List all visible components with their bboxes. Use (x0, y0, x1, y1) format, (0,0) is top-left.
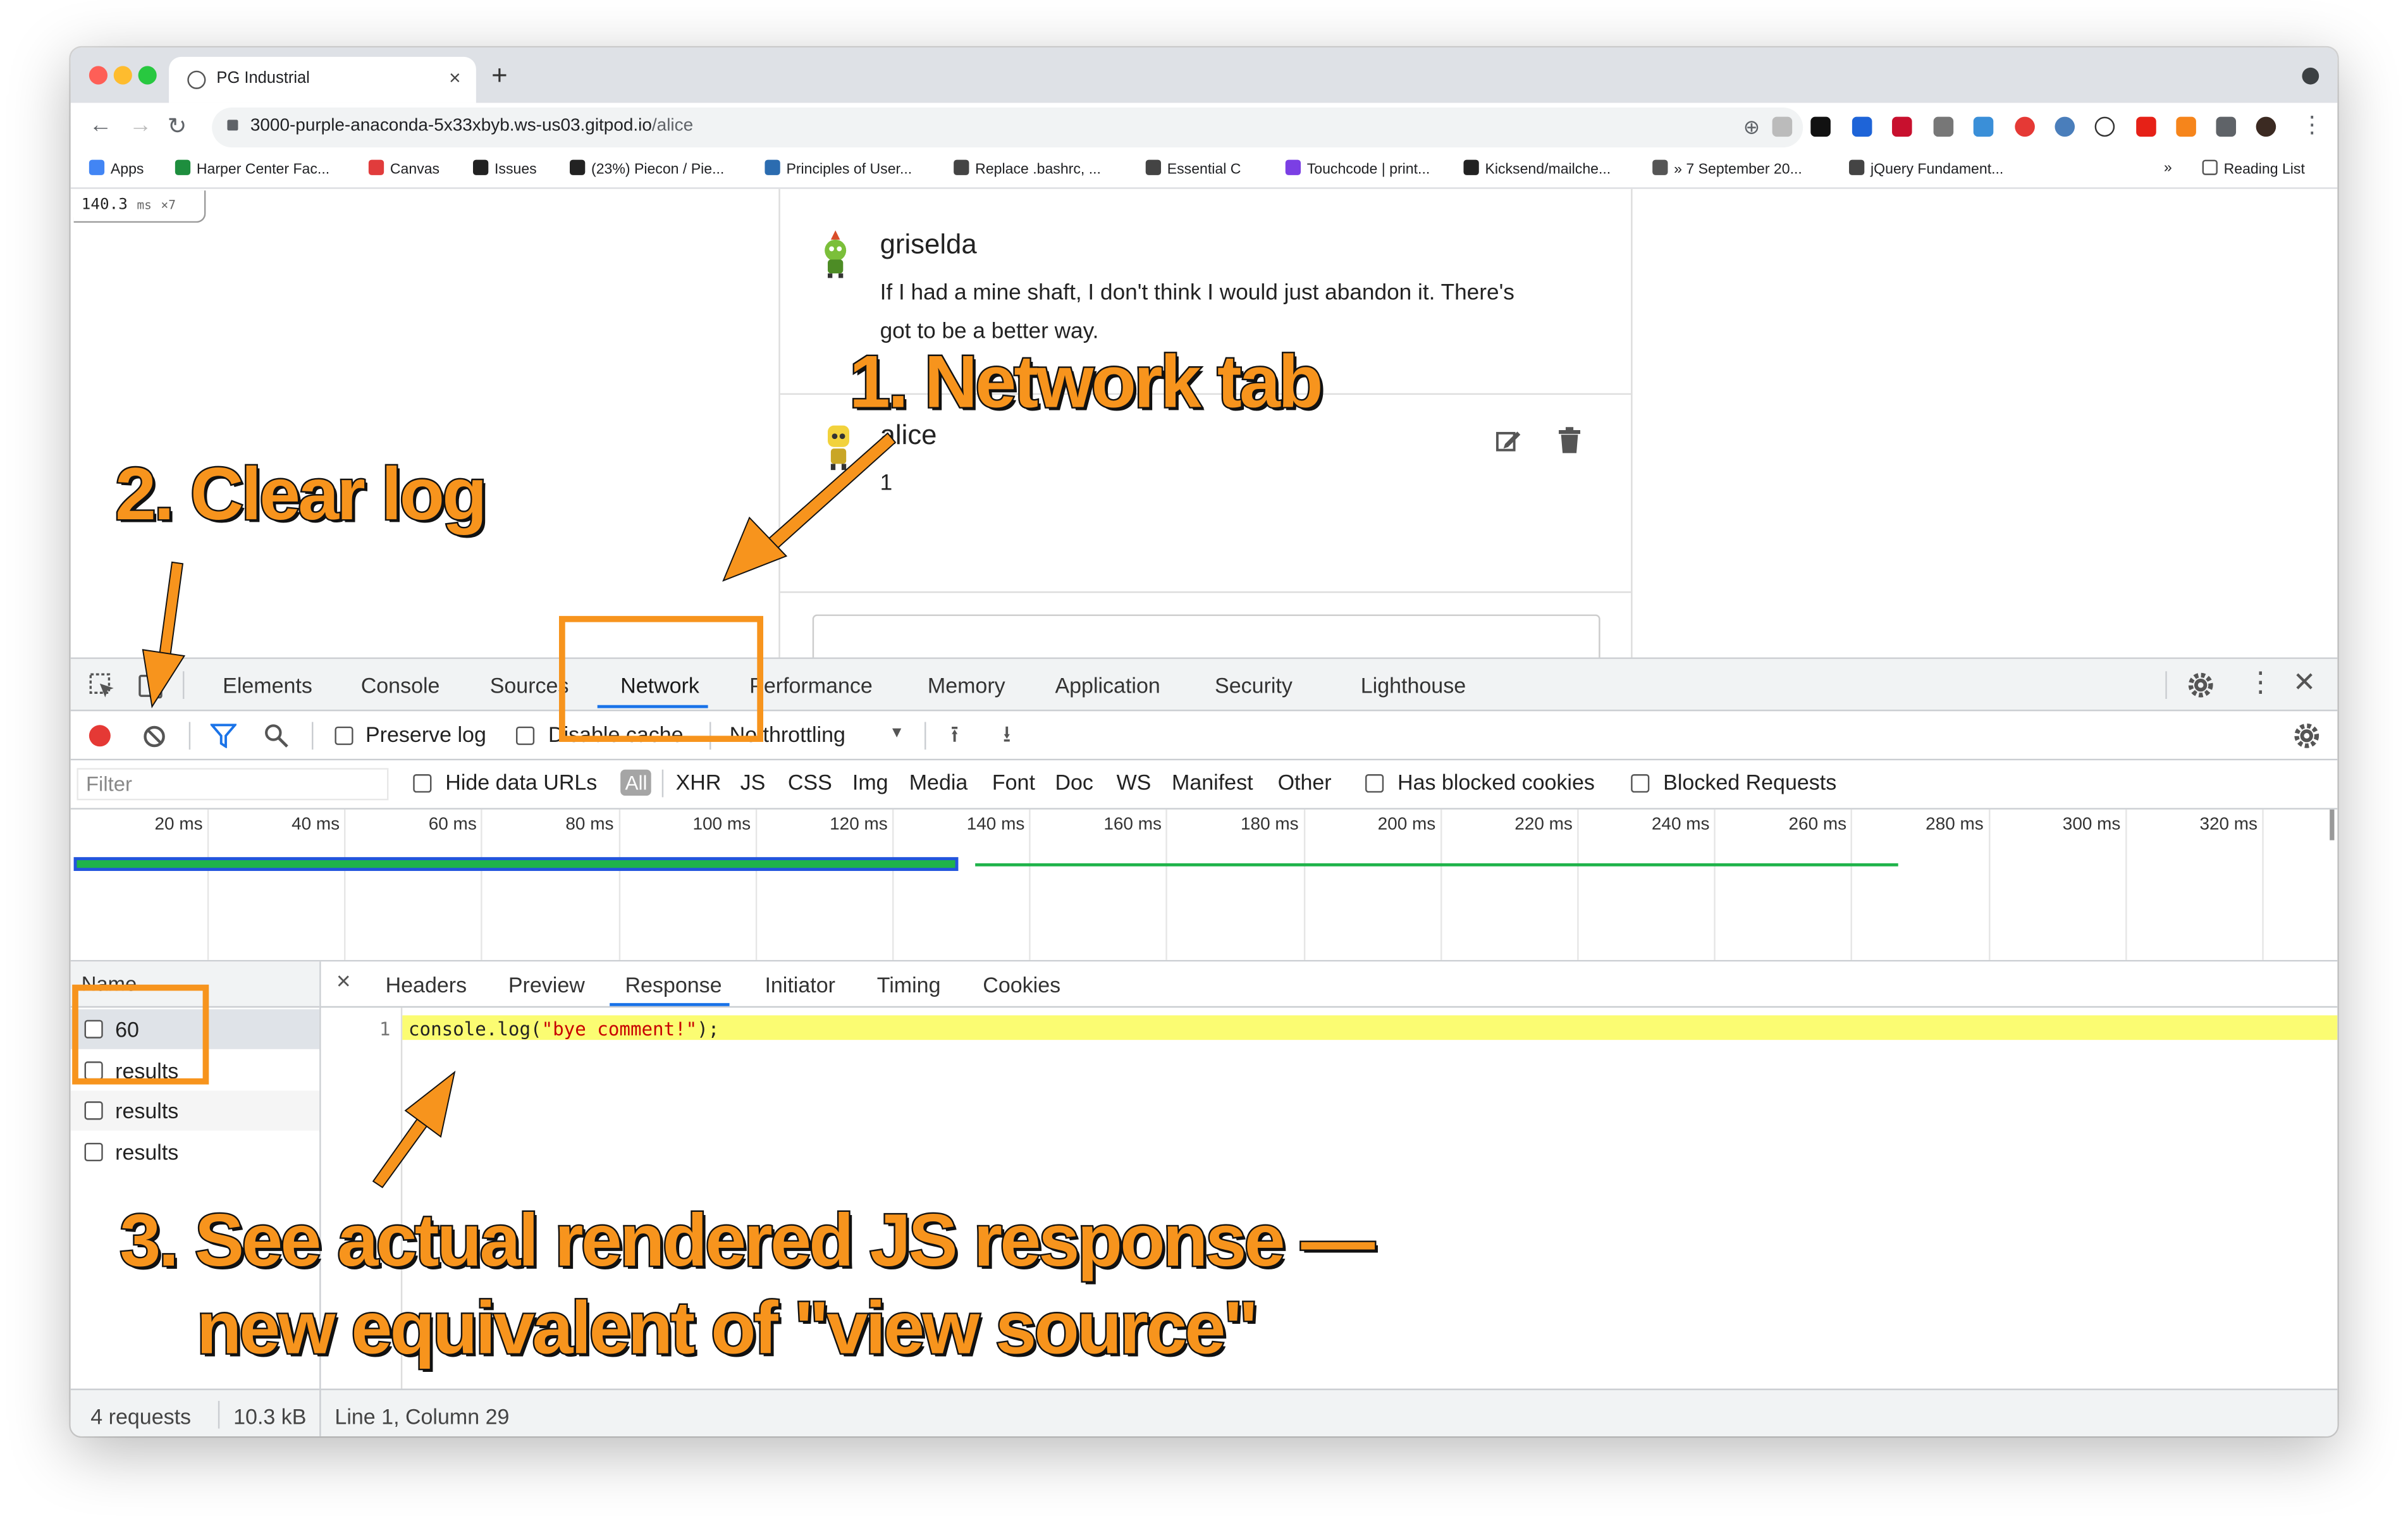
annotation-step-3-line-2: new equivalent of "view source" (195, 1287, 1260, 1372)
annotation-step-2: 2. Clear log (114, 453, 489, 538)
annotation-step-1: 1. Network tab (848, 341, 1325, 426)
annotation-step-3-line-1: 3. See actual rendered JS response — (118, 1200, 1377, 1285)
